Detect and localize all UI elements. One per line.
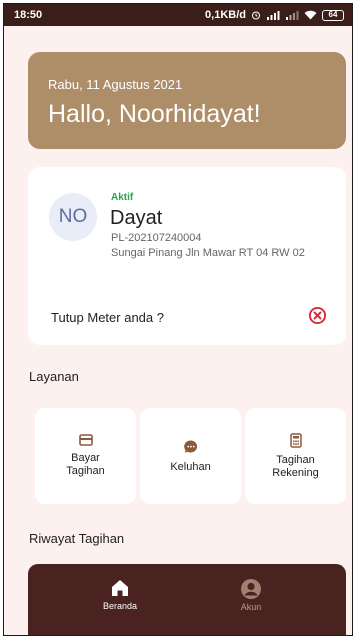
card-icon <box>78 434 93 446</box>
nav-beranda[interactable]: Beranda <box>80 578 160 611</box>
greeting-card: Rabu, 11 Agustus 2021 Hallo, Noorhidayat… <box>28 52 346 149</box>
signal-2-icon <box>286 11 299 20</box>
customer-id: PL-202107240004 <box>111 232 202 244</box>
network-speed: 0,1KB/d <box>205 9 246 21</box>
battery-indicator: 64 <box>322 9 344 21</box>
account-icon <box>241 579 261 599</box>
wifi-icon <box>304 10 317 20</box>
avatar: NO <box>49 193 97 241</box>
service-bayar-tagihan[interactable]: Bayar Tagihan <box>35 408 136 504</box>
signal-icon <box>267 11 280 20</box>
history-title: Riwayat Tagihan <box>29 531 125 546</box>
chat-bubble-icon <box>183 439 197 453</box>
greeting-title: Hallo, Noorhidayat! <box>48 100 261 128</box>
close-meter-button[interactable] <box>308 306 327 325</box>
calculator-icon <box>289 432 302 448</box>
home-icon <box>112 580 128 596</box>
status-badge: Aktif <box>111 192 134 203</box>
service-label: Tagihan Rekening <box>272 453 319 479</box>
nav-label: Akun <box>240 602 262 612</box>
service-keluhan[interactable]: Keluhan <box>140 408 241 504</box>
customer-card: NO Aktif Dayat PL-202107240004 Sungai Pi… <box>28 167 346 345</box>
nav-label: Beranda <box>102 601 138 611</box>
service-label: Bayar Tagihan <box>66 452 105 477</box>
bottom-navigation: Beranda Akun <box>28 564 346 635</box>
alarm-icon <box>252 11 260 20</box>
status-bar: 18:50 0,1KB/d 64 <box>4 4 352 26</box>
app-screen: 18:50 0,1KB/d 64 Rabu, 11 Agustus 2021 H… <box>3 3 353 636</box>
customer-address: Sungai Pinang Jln Mawar RT 04 RW 02 <box>111 247 305 259</box>
nav-akun[interactable]: Akun <box>211 578 291 612</box>
service-tagihan-rekening[interactable]: Tagihan Rekening <box>245 408 346 504</box>
customer-name: Dayat <box>110 207 163 229</box>
status-time: 18:50 <box>14 9 43 21</box>
services-title: Layanan <box>29 369 79 384</box>
greeting-date: Rabu, 11 Agustus 2021 <box>48 77 183 92</box>
service-label: Keluhan <box>170 460 211 473</box>
close-meter-label: Tutup Meter anda ? <box>51 310 164 325</box>
